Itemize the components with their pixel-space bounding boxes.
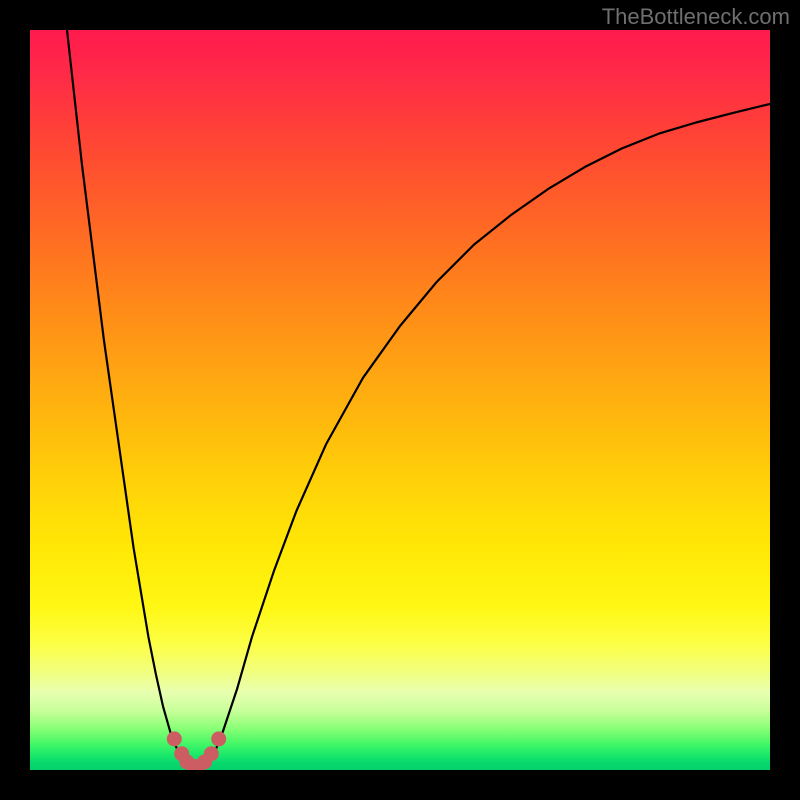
bottleneck-curve: [67, 30, 770, 768]
trough-marker-group: [167, 731, 226, 770]
watermark-text: TheBottleneck.com: [602, 4, 790, 30]
trough-marker: [204, 746, 219, 761]
chart-svg: [30, 30, 770, 770]
trough-marker: [167, 731, 182, 746]
plot-area: [30, 30, 770, 770]
chart-frame: TheBottleneck.com: [0, 0, 800, 800]
trough-marker: [211, 731, 226, 746]
